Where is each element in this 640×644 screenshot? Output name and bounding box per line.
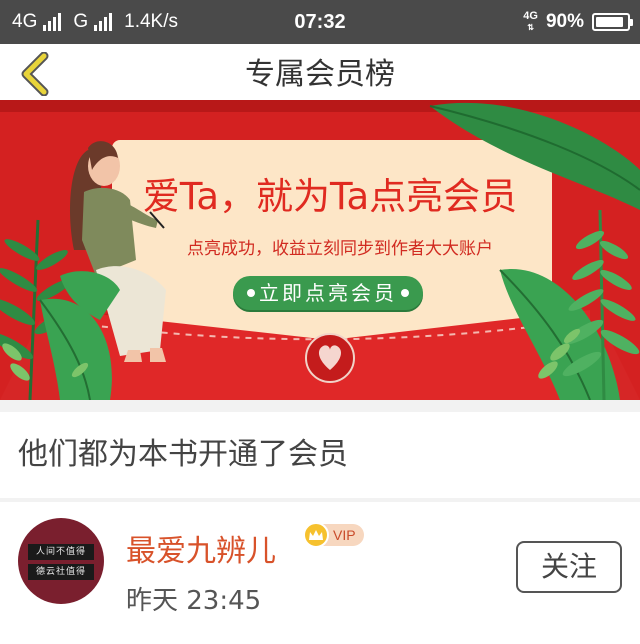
- network-4g-icon: 4G ⇅: [523, 11, 538, 33]
- title-bar: 专属会员榜: [0, 44, 640, 104]
- heart-seal-icon: [305, 333, 355, 383]
- promo-banner[interactable]: 爱Ta，就为Ta点亮会员 点亮成功，收益立刻同步到作者大大账户 立即点亮会员: [0, 100, 640, 400]
- member-time: 昨天 23:45: [126, 586, 262, 616]
- banner-headline: 爱Ta，就为Ta点亮会员: [142, 175, 518, 218]
- activate-membership-button[interactable]: 立即点亮会员: [233, 276, 423, 310]
- battery-icon: [592, 13, 633, 31]
- status-right: 4G ⇅ 90%: [523, 0, 633, 44]
- status-bar: 4G G 1.4K/s 07:32 4G ⇅ 90%: [0, 0, 640, 44]
- section-title: 他们都为本书开通了会员: [18, 437, 348, 472]
- network-4g-label: 4G: [523, 10, 538, 22]
- vip-badge: VIP: [303, 522, 364, 548]
- avatar[interactable]: 人间不值得 德云社值得: [18, 518, 104, 604]
- crown-glyph-icon: [309, 530, 323, 540]
- member-row[interactable]: 人间不值得 德云社值得 最爱九辨儿 VIP 昨天 23:45 关注: [0, 502, 640, 644]
- avatar-text-line-1: 人间不值得: [28, 544, 94, 560]
- battery-level: [596, 17, 623, 27]
- data-arrows-icon: ⇅: [527, 23, 534, 32]
- page-title: 专属会员榜: [245, 57, 395, 92]
- section-gap: [0, 400, 640, 412]
- follow-button[interactable]: 关注: [516, 541, 622, 593]
- crown-icon: [303, 522, 329, 548]
- battery-percent: 90%: [545, 11, 584, 32]
- avatar-text-line-2: 德云社值得: [28, 564, 94, 580]
- banner-subline: 点亮成功，收益立刻同步到作者大大账户: [187, 239, 493, 259]
- member-name[interactable]: 最爱九辨儿: [126, 526, 276, 570]
